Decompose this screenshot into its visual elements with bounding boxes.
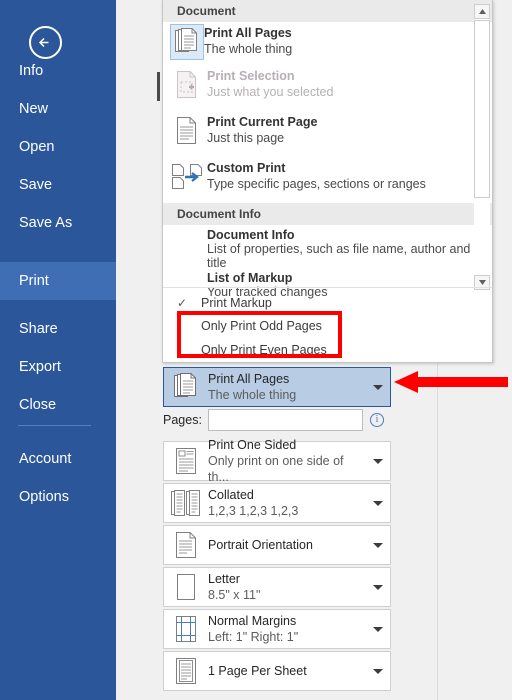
print-all-pages-combo[interactable]: Print All Pages The whole thing — [163, 367, 391, 407]
dropdown-item-title: Print Selection — [207, 69, 295, 84]
sidebar-item-options[interactable]: Options — [0, 478, 116, 516]
sidebar-item-label: Options — [19, 489, 69, 505]
custom-print-icon — [167, 156, 207, 198]
pages-label: Pages: — [163, 413, 202, 427]
collated-combo[interactable]: Collated 1,2,3 1,2,3 1,2,3 — [163, 483, 391, 523]
portrait-icon — [164, 526, 208, 564]
sidebar-item-info[interactable]: Info — [0, 52, 116, 90]
paper-size-icon — [164, 568, 208, 606]
pages-per-sheet-icon — [164, 652, 208, 690]
stacked-pages-icon — [164, 368, 208, 406]
combo-title: 1 Page Per Sheet — [208, 663, 307, 678]
checkmark-icon: ✓ — [177, 295, 188, 310]
stacked-pages-icon — [170, 24, 204, 60]
backstage-sidebar: Info New Open Save Save As Print Share E… — [0, 0, 116, 700]
dropdown-item-subtitle: Type specific pages, sections or ranges — [207, 177, 426, 191]
chevron-down-icon[interactable] — [366, 384, 390, 390]
combo-title: Letter — [208, 571, 240, 586]
dropdown-item-subtitle: Just this page — [207, 131, 285, 145]
sidebar-item-label: Account — [19, 451, 72, 467]
chevron-down-icon[interactable] — [366, 500, 390, 506]
scroll-up-icon[interactable] — [474, 4, 490, 19]
margins-combo[interactable]: Normal Margins Left: 1" Right: 1" — [163, 609, 391, 649]
combo-subtitle: 8.5" x 11" — [208, 588, 261, 602]
sidebar-item-new[interactable]: New — [0, 90, 116, 128]
dropdown-option-label: Print Markup — [201, 295, 272, 310]
sidebar-item-label: Export — [19, 359, 61, 375]
dropdown-item-title: Document Info — [207, 228, 295, 242]
sidebar-item-share[interactable]: Share — [0, 310, 116, 348]
combo-subtitle: Only print on one side of th... — [208, 453, 344, 485]
sidebar-item-save[interactable]: Save — [0, 166, 116, 204]
one-sided-icon — [164, 442, 208, 480]
combo-title: Print All Pages — [208, 371, 290, 386]
combo-title: Normal Margins — [208, 613, 297, 628]
sidebar-item-label: New — [19, 101, 49, 117]
dropdown-item-subtitle: Just what you selected — [207, 85, 334, 99]
info-icon[interactable]: i — [370, 413, 384, 427]
orientation-combo[interactable]: Portrait Orientation — [163, 525, 391, 565]
dropdown-item-title: Custom Print — [207, 161, 286, 176]
chevron-down-icon[interactable] — [366, 542, 390, 548]
sidebar-item-label: Info — [19, 63, 44, 79]
sidebar-item-close[interactable]: Close — [0, 386, 116, 424]
dropdown-item-subtitle: List of properties, such as file name, a… — [207, 242, 471, 270]
sidebar-item-label: Save As — [19, 215, 73, 231]
dropdown-item-title: Print Current Page — [207, 115, 318, 130]
dropdown-item-print-selection: Print Selection Just what you selected — [163, 62, 492, 108]
single-page-icon — [167, 110, 207, 152]
sidebar-item-label: Close — [19, 397, 57, 413]
pages-input[interactable] — [208, 409, 363, 431]
dropdown-scrollbar[interactable] — [474, 4, 490, 290]
sidebar-separator — [18, 425, 91, 426]
chevron-down-icon[interactable] — [366, 584, 390, 590]
sidebar-item-save-as[interactable]: Save As — [0, 204, 116, 242]
print-range-dropdown: Document Print All Pages The whole thing — [162, 0, 493, 363]
combo-subtitle: The whole thing — [208, 388, 297, 402]
dropdown-item-subtitle: The whole thing — [204, 42, 293, 56]
combo-title: Portrait Orientation — [208, 537, 313, 552]
dropdown-item-print-all-pages[interactable]: Print All Pages The whole thing — [163, 22, 492, 62]
dropdown-item-print-current-page[interactable]: Print Current Page Just this page — [163, 108, 492, 154]
background-scrollbar-sliver[interactable] — [157, 72, 160, 101]
dropdown-group-header-document: Document — [163, 0, 492, 22]
sidebar-item-open[interactable]: Open — [0, 128, 116, 166]
margins-icon — [164, 610, 208, 648]
red-arrow-annotation — [394, 371, 508, 393]
dropdown-item-title: List of Markup — [207, 271, 293, 285]
chevron-down-icon[interactable] — [366, 668, 390, 674]
sidebar-item-label: Open — [19, 139, 55, 155]
dropdown-group-header-document-info: Document Info — [163, 203, 492, 225]
combo-subtitle: Left: 1" Right: 1" — [208, 630, 299, 644]
pages-per-sheet-combo[interactable]: 1 Page Per Sheet — [163, 651, 391, 691]
sidebar-item-label: Print — [19, 273, 49, 289]
scrollbar-thumb[interactable] — [474, 20, 490, 198]
red-highlight-box — [177, 311, 342, 358]
page-selection-icon — [167, 64, 207, 106]
sidebar-item-label: Share — [19, 321, 58, 337]
combo-title: Print One Sided — [208, 437, 297, 452]
sidebar-item-account[interactable]: Account — [0, 440, 116, 478]
dropdown-divider — [163, 287, 492, 288]
print-one-sided-combo[interactable]: Print One Sided Only print on one side o… — [163, 438, 391, 484]
dropdown-item-title: Print All Pages — [204, 26, 292, 41]
sidebar-item-export[interactable]: Export — [0, 348, 116, 386]
back-arrow-icon — [38, 37, 49, 48]
collated-icon — [164, 484, 208, 522]
combo-title: Collated — [208, 487, 254, 502]
chevron-down-icon[interactable] — [366, 458, 390, 464]
combo-subtitle: 1,2,3 1,2,3 1,2,3 — [208, 504, 299, 518]
chevron-down-icon[interactable] — [366, 626, 390, 632]
sidebar-item-print[interactable]: Print — [0, 262, 116, 300]
print-backstage-screen: Info New Open Save Save As Print Share E… — [0, 0, 512, 700]
paper-size-combo[interactable]: Letter 8.5" x 11" — [163, 567, 391, 607]
pages-row: Pages: i — [163, 407, 391, 433]
sidebar-item-label: Save — [19, 177, 53, 193]
dropdown-item-custom-print[interactable]: Custom Print Type specific pages, sectio… — [163, 154, 492, 200]
